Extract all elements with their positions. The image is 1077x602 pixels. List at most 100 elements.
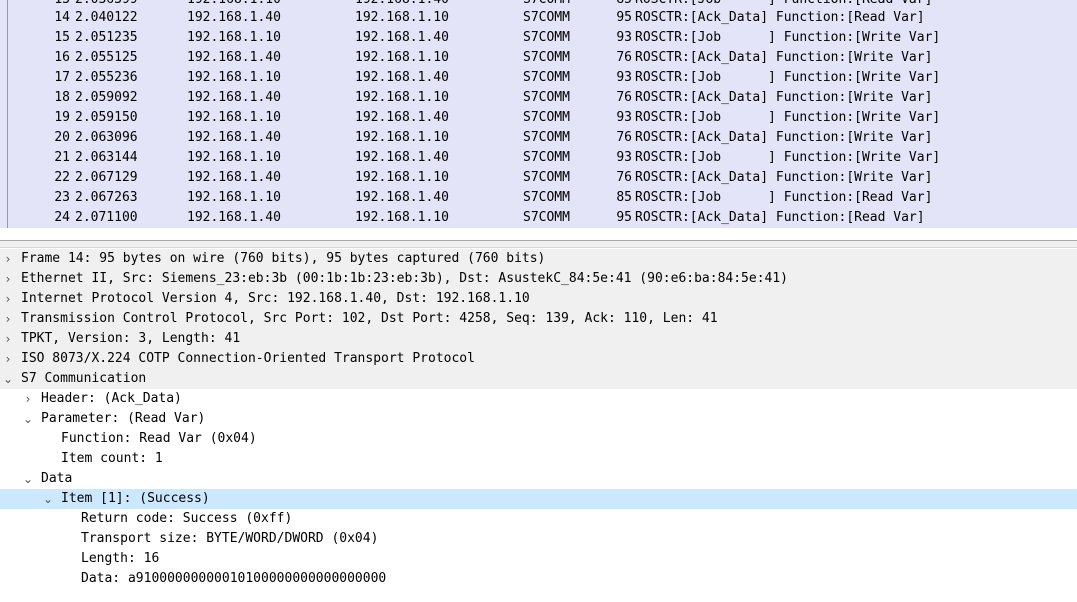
packet-destination: 192.168.1.40 (355, 110, 449, 125)
packet-info: ROSCTR:[Ack_Data] Function:[Write Var] (635, 130, 933, 145)
tree-item-ip[interactable]: › Internet Protocol Version 4, Src: 192.… (0, 289, 1077, 309)
related-packet-line (7, 128, 8, 148)
pane-splitter[interactable] (0, 240, 1077, 248)
related-packet-line (7, 68, 8, 88)
tree-item-function[interactable]: Function: Read Var (0x04) (0, 429, 1077, 449)
tree-item-label: Parameter: (Read Var) (41, 411, 206, 426)
packet-source: 192.168.1.10 (187, 190, 281, 205)
tree-item-data[interactable]: ⌄ Data (0, 469, 1077, 489)
packet-source: 192.168.1.10 (187, 70, 281, 85)
chevron-down-icon[interactable]: ⌄ (21, 409, 35, 429)
packet-destination: 192.168.1.10 (355, 210, 449, 225)
packet-protocol: S7COMM (523, 30, 570, 45)
packet-destination: 192.168.1.40 (355, 30, 449, 45)
tree-item-ethernet[interactable]: › Ethernet II, Src: Siemens_23:eb:3b (00… (0, 269, 1077, 289)
packet-row-23[interactable]: 23 2.067263 192.168.1.10 192.168.1.40 S7COMM… (0, 188, 1077, 208)
packet-time: 2.063144 (75, 150, 138, 165)
related-packet-line (7, 208, 8, 228)
packet-time: 2.040122 (75, 10, 138, 25)
tree-item-s7[interactable]: ⌄ S7 Communication (0, 369, 1077, 389)
packet-row-14[interactable]: 14 2.040122 192.168.1.40 192.168.1.10 S7COMM… (0, 8, 1077, 28)
packet-info: ROSCTR:[Ack_Data] Function:[Write Var] (635, 50, 933, 65)
packet-row-21[interactable]: 21 2.063144 192.168.1.10 192.168.1.40 S7COMM… (0, 148, 1077, 168)
packet-info: ROSCTR:[Ack_Data] Function:[Read Var] (635, 10, 925, 25)
tree-item-label: Item [1]: (Success) (61, 491, 210, 506)
tree-item-tpkt[interactable]: › TPKT, Version: 3, Length: 41 (0, 329, 1077, 349)
tree-item-transport-size[interactable]: Transport size: BYTE/WORD/DWORD (0x04) (0, 529, 1077, 549)
packet-row-16[interactable]: 16 2.055125 192.168.1.40 192.168.1.10 S7COMM… (0, 48, 1077, 68)
packet-length: 76 (616, 170, 632, 185)
packet-protocol: S7COMM (523, 70, 570, 85)
tree-item-frame[interactable]: › Frame 14: 95 bytes on wire (760 bits),… (0, 249, 1077, 269)
chevron-right-icon[interactable]: › (1, 309, 15, 329)
related-packet-line (7, 8, 8, 28)
packet-length: 95 (616, 10, 632, 25)
tree-item-parameter[interactable]: ⌄ Parameter: (Read Var) (0, 409, 1077, 429)
packet-row-22[interactable]: 22 2.067129 192.168.1.40 192.168.1.10 S7COMM… (0, 168, 1077, 188)
packet-protocol: S7COMM (523, 170, 570, 185)
packet-time: 2.051235 (75, 30, 138, 45)
packet-row-15[interactable]: 15 2.051235 192.168.1.10 192.168.1.40 S7COMM… (0, 28, 1077, 48)
packet-length: 85 (616, 190, 632, 205)
tree-item-label: Transmission Control Protocol, Src Port:… (21, 311, 718, 326)
packet-info: ROSCTR:[Job ] Function:[Write Var] (635, 70, 941, 85)
tree-item-data-value[interactable]: Data: a91000000000010100000000000000000 (0, 569, 1077, 589)
tree-item-item-count[interactable]: Item count: 1 (0, 449, 1077, 469)
chevron-right-icon[interactable]: › (1, 329, 15, 349)
packet-list: 13 2.036399 192.168.1.10 192.168.1.40 S7… (0, 0, 1077, 230)
tree-item-label: Internet Protocol Version 4, Src: 192.16… (21, 291, 530, 306)
tree-item-tcp[interactable]: › Transmission Control Protocol, Src Por… (0, 309, 1077, 329)
packet-destination: 192.168.1.40 (355, 190, 449, 205)
packet-row-20[interactable]: 20 2.063096 192.168.1.40 192.168.1.10 S7COMM… (0, 128, 1077, 148)
packet-length: 93 (616, 70, 632, 85)
packet-no: 22 (54, 170, 70, 185)
packet-length: 93 (616, 30, 632, 45)
packet-no: 19 (54, 110, 70, 125)
tree-item-label: TPKT, Version: 3, Length: 41 (21, 331, 241, 346)
packet-destination: 192.168.1.10 (355, 130, 449, 145)
tree-item-label: Transport size: BYTE/WORD/DWORD (0x04) (81, 531, 379, 546)
packet-time: 2.071100 (75, 210, 138, 225)
packet-no: 16 (54, 50, 70, 65)
packet-no: 23 (54, 190, 70, 205)
tree-item-length[interactable]: Length: 16 (0, 549, 1077, 569)
packet-length: 76 (616, 50, 632, 65)
tree-item-item-1[interactable]: ⌄ Item [1]: (Success) (0, 489, 1077, 509)
chevron-right-icon[interactable]: › (1, 349, 15, 369)
tree-item-label: Data: a91000000000010100000000000000000 (81, 571, 387, 586)
chevron-right-icon[interactable]: › (21, 389, 35, 409)
packet-length: 76 (616, 90, 632, 105)
tree-item-return-code[interactable]: Return code: Success (0xff) (0, 509, 1077, 529)
tree-item-label: Frame 14: 95 bytes on wire (760 bits), 9… (21, 251, 546, 266)
related-packet-line (7, 28, 8, 48)
chevron-right-icon[interactable]: › (1, 269, 15, 289)
packet-protocol: S7COMM (523, 130, 570, 145)
packet-destination: 192.168.1.40 (355, 70, 449, 85)
tree-item-header[interactable]: › Header: (Ack_Data) (0, 389, 1077, 409)
packet-time: 2.059092 (75, 90, 138, 105)
packet-time: 2.055125 (75, 50, 138, 65)
packet-no: 24 (54, 210, 70, 225)
packet-protocol: S7COMM (523, 90, 570, 105)
chevron-down-icon[interactable]: ⌄ (1, 369, 15, 389)
packet-row-18[interactable]: 18 2.059092 192.168.1.40 192.168.1.10 S7COMM… (0, 88, 1077, 108)
packet-source: 192.168.1.40 (187, 90, 281, 105)
packet-no: 18 (54, 90, 70, 105)
packet-info: ROSCTR:[Ack_Data] Function:[Write Var] (635, 170, 933, 185)
packet-row-17[interactable]: 17 2.055236 192.168.1.10 192.168.1.40 S7COMM… (0, 68, 1077, 88)
packet-destination: 192.168.1.10 (355, 10, 449, 25)
chevron-right-icon[interactable]: › (1, 289, 15, 309)
packet-row-19[interactable]: 19 2.059150 192.168.1.10 192.168.1.40 S7COMM… (0, 108, 1077, 128)
chevron-down-icon[interactable]: ⌄ (21, 469, 35, 489)
chevron-down-icon[interactable]: ⌄ (41, 489, 55, 509)
tree-item-cotp[interactable]: › ISO 8073/X.224 COTP Connection-Oriente… (0, 349, 1077, 369)
packet-source: 192.168.1.40 (187, 10, 281, 25)
chevron-right-icon[interactable]: › (1, 249, 15, 269)
related-packet-line (7, 108, 8, 128)
packet-no: 21 (54, 150, 70, 165)
packet-row-24[interactable]: 24 2.071100 192.168.1.40 192.168.1.10 S7COMM… (0, 208, 1077, 228)
packet-info: ROSCTR:[Job ] Function:[Write Var] (635, 150, 941, 165)
packet-protocol: S7COMM (523, 190, 570, 205)
packet-source: 192.168.1.10 (187, 30, 281, 45)
tree-item-label: Function: Read Var (0x04) (61, 431, 257, 446)
